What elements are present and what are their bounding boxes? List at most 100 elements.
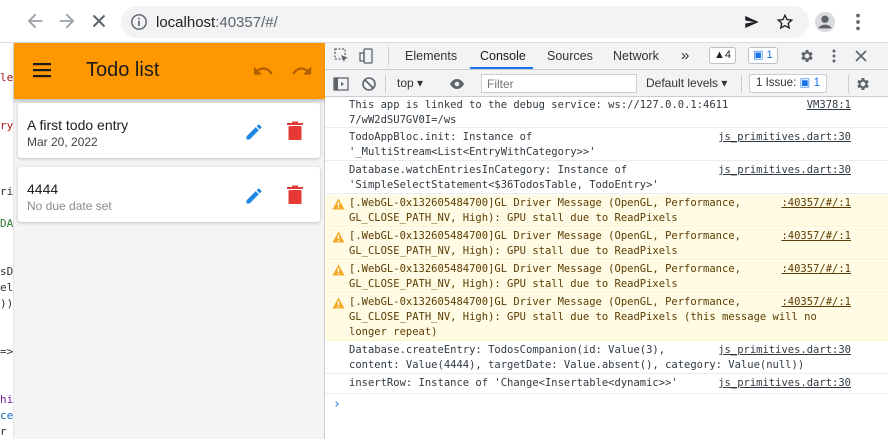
active-tab-indicator bbox=[470, 67, 533, 69]
ghost-text: r m bbox=[0, 425, 13, 438]
ghost-text: sDa bbox=[0, 265, 14, 278]
message-source-link[interactable]: VM378:1 bbox=[807, 98, 851, 113]
todo-item[interactable]: 4444 No due date set bbox=[18, 167, 320, 222]
console-output: This app is linked to the debug service:… bbox=[325, 97, 888, 439]
edit-pencil-icon[interactable] bbox=[244, 186, 264, 206]
todo-text: A first todo entry bbox=[27, 117, 129, 133]
ghost-text: el bbox=[0, 281, 14, 294]
site-info-icon[interactable] bbox=[130, 13, 148, 31]
message-icon: ▣ bbox=[753, 49, 764, 61]
message-text: TodoAppBloc.init: Instance of '_MultiStr… bbox=[349, 131, 596, 158]
more-tabs-chevron-icon[interactable]: » bbox=[681, 47, 689, 64]
message-text: [.WebGL-0x132605484700]GL Driver Message… bbox=[349, 296, 817, 338]
warnings-badge[interactable]: ▲4 bbox=[709, 47, 737, 64]
message-text: [.WebGL-0x132605484700]GL Driver Message… bbox=[349, 263, 741, 290]
todo-due-date: No due date set bbox=[27, 199, 112, 213]
ghost-text: ler bbox=[0, 71, 14, 84]
undo-icon[interactable] bbox=[252, 60, 274, 82]
tab-network[interactable]: Network bbox=[613, 49, 659, 63]
issues-label: 1 Issue: bbox=[756, 77, 797, 89]
console-settings-gear-icon[interactable] bbox=[855, 76, 871, 92]
messages-badge[interactable]: ▣ 1 bbox=[748, 47, 778, 64]
console-message: insertRow: Instance of 'Change<Insertabl… bbox=[325, 375, 888, 394]
message-source-link[interactable]: js_primitives.dart:30 bbox=[718, 343, 851, 358]
close-devtools-icon[interactable] bbox=[853, 48, 869, 64]
todo-item[interactable]: A first todo entry Mar 20, 2022 bbox=[18, 103, 320, 158]
url-path: :40357/#/ bbox=[215, 14, 278, 31]
reload-icon[interactable] bbox=[88, 10, 110, 32]
devtools-panel: Elements Console Sources Network » ▲4 ▣ … bbox=[325, 43, 888, 439]
console-message: Database.watchEntriesInCategory: Instanc… bbox=[325, 162, 888, 194]
warning-triangle-icon bbox=[332, 198, 345, 210]
warning-triangle-icon bbox=[332, 264, 345, 276]
hamburger-menu-icon[interactable] bbox=[32, 60, 52, 80]
tab-elements[interactable]: Elements bbox=[405, 49, 457, 63]
ghost-text: rie bbox=[0, 185, 14, 198]
delete-trash-icon[interactable] bbox=[286, 185, 304, 205]
context-selector[interactable]: top ▾ bbox=[397, 76, 423, 90]
log-levels-dropdown[interactable]: Default levels ▾ bbox=[646, 76, 727, 90]
devtools-kebab-icon[interactable] bbox=[826, 48, 842, 64]
message-source-link[interactable]: :40357/#/:1 bbox=[781, 229, 851, 244]
message-text: insertRow: Instance of 'Change<Insertabl… bbox=[349, 377, 678, 389]
todo-text: 4444 bbox=[27, 181, 59, 197]
log-levels-value: Default levels bbox=[646, 76, 719, 90]
console-toolbar: top ▾ Default levels ▾ 1 Issue: ▣ 1 bbox=[325, 70, 888, 97]
warning-triangle-icon bbox=[332, 297, 345, 309]
warnings-count: 4 bbox=[724, 49, 732, 61]
ghost-text: => bbox=[0, 345, 14, 358]
message-text: This app is linked to the debug service:… bbox=[349, 99, 729, 126]
settings-gear-icon[interactable] bbox=[799, 48, 815, 64]
profile-avatar-icon[interactable] bbox=[814, 11, 836, 33]
todo-due-date: Mar 20, 2022 bbox=[27, 135, 98, 149]
console-warning: [.WebGL-0x132605484700]GL Driver Message… bbox=[325, 195, 888, 227]
clear-console-icon[interactable] bbox=[361, 76, 377, 92]
tab-console[interactable]: Console bbox=[480, 49, 526, 63]
bookmark-star-icon[interactable] bbox=[776, 13, 794, 31]
ghost-text: )); bbox=[0, 297, 14, 310]
divider bbox=[741, 75, 742, 93]
sidebar-toggle-icon[interactable] bbox=[333, 76, 349, 92]
message-source-link[interactable]: js_primitives.dart:30 bbox=[718, 130, 851, 145]
ghost-text: ce bbox=[0, 409, 14, 422]
issues-button[interactable]: 1 Issue: ▣ 1 bbox=[749, 74, 827, 93]
context-value: top bbox=[397, 76, 414, 90]
message-source-link[interactable]: js_primitives.dart:30 bbox=[718, 163, 851, 178]
delete-trash-icon[interactable] bbox=[286, 121, 304, 141]
message-text: [.WebGL-0x132605484700]GL Driver Message… bbox=[349, 230, 741, 257]
app-bar: Todo list bbox=[14, 43, 325, 99]
console-warning: [.WebGL-0x132605484700]GL Driver Message… bbox=[325, 261, 888, 293]
message-source-link[interactable]: :40357/#/:1 bbox=[781, 262, 851, 277]
dropdown-caret-icon: ▾ bbox=[721, 76, 728, 90]
warning-triangle-icon: ▲ bbox=[714, 49, 725, 61]
ghost-text: DA bbox=[0, 217, 14, 230]
tab-sources[interactable]: Sources bbox=[547, 49, 593, 63]
inspect-element-icon[interactable] bbox=[334, 48, 350, 64]
back-arrow-icon[interactable] bbox=[24, 10, 46, 32]
edit-pencil-icon[interactable] bbox=[244, 122, 264, 142]
message-text: Database.watchEntriesInCategory: Instanc… bbox=[349, 164, 659, 191]
console-prompt[interactable]: › bbox=[333, 397, 341, 412]
message-source-link[interactable]: :40357/#/:1 bbox=[781, 196, 851, 211]
message-source-link[interactable]: js_primitives.dart:30 bbox=[718, 376, 851, 391]
filter-input[interactable] bbox=[481, 74, 637, 93]
issue-message-icon: ▣ bbox=[799, 77, 811, 89]
kebab-menu-icon[interactable] bbox=[847, 11, 869, 33]
live-expression-eye-icon[interactable] bbox=[449, 76, 465, 92]
send-icon[interactable] bbox=[743, 13, 761, 31]
browser-toolbar: localhost:40357/#/ bbox=[0, 0, 888, 43]
address-bar[interactable]: localhost:40357/#/ bbox=[121, 6, 809, 38]
messages-count: 1 bbox=[766, 49, 773, 61]
message-source-link[interactable]: :40357/#/:1 bbox=[781, 295, 851, 310]
message-text: [.WebGL-0x132605484700]GL Driver Message… bbox=[349, 197, 741, 224]
console-message: Database.createEntry: TodosCompanion(id:… bbox=[325, 342, 888, 374]
app-title: Todo list bbox=[86, 59, 160, 81]
device-toolbar-icon[interactable] bbox=[359, 48, 375, 64]
divider bbox=[388, 47, 389, 65]
console-message: This app is linked to the debug service:… bbox=[325, 97, 888, 128]
redo-icon[interactable] bbox=[291, 60, 313, 82]
forward-arrow-icon[interactable] bbox=[56, 10, 78, 32]
devtools-tabbar: Elements Console Sources Network » ▲4 ▣ … bbox=[325, 43, 888, 70]
background-editor-strip: (w ler ry: rie DA sDa el )); => hig ce r… bbox=[0, 43, 14, 439]
console-message: TodoAppBloc.init: Instance of '_MultiStr… bbox=[325, 129, 888, 161]
